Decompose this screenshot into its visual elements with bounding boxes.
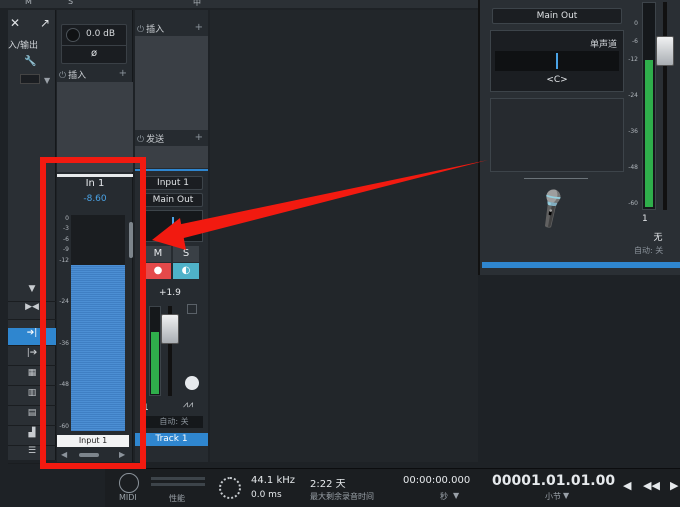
timecode-unit[interactable]: 秒 — [440, 491, 448, 502]
mixer-empty-area — [210, 10, 478, 462]
track-volume-readout: +1.9 — [159, 288, 181, 298]
pan-indicator — [172, 217, 174, 227]
main-meter-fill — [645, 60, 653, 207]
track-inserts-header[interactable]: ⏻ 插入 + — [137, 22, 207, 36]
track-lock-icon[interactable] — [187, 304, 197, 314]
record-arm-icon[interactable]: ● — [145, 263, 171, 279]
rewind-icon[interactable]: ◀◀ — [643, 479, 660, 492]
pan-mode-label: 单声道 — [589, 40, 617, 50]
monitor-icon[interactable]: ◐ — [173, 263, 199, 279]
top-solo-label: S — [68, 0, 74, 6]
chevron-down-icon[interactable]: ▼ — [453, 491, 459, 500]
main-meter — [642, 2, 656, 210]
main-meter-scale-label: -48 — [628, 164, 638, 171]
track-sends-header[interactable]: ⏻ 发送 + — [137, 132, 207, 146]
routing-icon[interactable] — [20, 74, 40, 84]
main-meter-scale-label: -24 — [628, 92, 638, 99]
phase-button[interactable]: ø — [62, 45, 126, 61]
main-fader-handle[interactable] — [656, 36, 674, 66]
main-pan-value: <C> — [546, 75, 568, 85]
main-channel-number: 1 — [642, 214, 648, 224]
microphone-icon[interactable]: 🎤 — [528, 185, 575, 232]
power-icon[interactable]: ⏻ — [137, 25, 144, 35]
track-sends-label: 发送 — [146, 135, 165, 145]
track-input-select[interactable]: Input 1 — [143, 176, 203, 190]
bars-unit[interactable]: 小节 — [545, 491, 561, 502]
top-center-label: 中 — [193, 0, 201, 7]
gain-value: 0.0 dB — [86, 29, 116, 39]
main-meter-scale-label: -36 — [628, 128, 638, 135]
track-output-select[interactable]: Main Out — [143, 193, 203, 207]
divider — [524, 178, 588, 179]
waveform-icon[interactable]: ⩘⩘ — [183, 400, 193, 410]
main-meter-scale: 0 -6 -12 -24 -36 -48 -60 — [618, 20, 640, 210]
track-automation[interactable]: 自动: 关 — [145, 416, 203, 428]
timecode[interactable]: 00:00:00.000 — [403, 475, 470, 486]
sample-rate: 44.1 kHz — [251, 475, 296, 486]
power-icon[interactable]: ⏻ — [59, 71, 66, 81]
track-fader-handle[interactable] — [161, 314, 179, 344]
track-meter-fill — [151, 332, 159, 394]
gain-box: 0.0 dB ø — [61, 24, 127, 64]
record-mode-icon[interactable] — [185, 376, 199, 390]
record-time-label: 最大剩余录音时间 — [310, 492, 374, 501]
main-fader-track — [663, 2, 667, 210]
cpu-icon[interactable] — [219, 477, 241, 499]
input-inserts-header[interactable]: ⏻ 插入 + — [59, 68, 131, 82]
main-color-bar — [482, 262, 680, 268]
main-meter-scale-label: 0 — [634, 20, 638, 27]
close-icon[interactable]: ✕ — [10, 16, 20, 30]
io-label: 入/输出 — [8, 41, 39, 51]
annotation-highlight-box — [40, 157, 146, 469]
transport-bar: MIDI 性能 44.1 kHz 0.0 ms 2:22 天 最大剩余录音时间 … — [105, 468, 680, 507]
top-mute-label: M — [25, 0, 32, 6]
main-pan-box: 单声道 <C> — [490, 30, 624, 92]
add-insert-icon[interactable]: + — [195, 22, 203, 33]
solo-button[interactable]: S — [173, 246, 199, 262]
midi-icon[interactable] — [119, 473, 139, 493]
add-insert-icon[interactable]: + — [119, 68, 127, 79]
bars-position[interactable]: 00001.01.01.00 — [492, 473, 615, 489]
latency: 0.0 ms — [251, 490, 282, 500]
performance-bar-1 — [151, 477, 205, 480]
wrench-icon[interactable]: 🔧 — [24, 56, 36, 67]
track-meter — [149, 306, 161, 396]
main-automation[interactable]: 自动: 关 — [634, 245, 680, 257]
power-icon[interactable]: ⏻ — [137, 135, 144, 145]
main-none-label[interactable]: 无 — [634, 230, 680, 243]
chevron-down-icon[interactable]: ▼ — [44, 76, 50, 85]
expand-arrow-icon[interactable]: ↗ — [40, 16, 50, 30]
mute-button[interactable]: M — [145, 246, 171, 262]
performance-bar-2 — [151, 483, 205, 486]
gain-knob[interactable] — [66, 28, 80, 42]
forward-icon[interactable]: ▶ — [670, 479, 678, 492]
main-out-panel: Main Out 单声道 <C> 🎤 0 -6 -12 -24 -36 -48 -60 1 … — [478, 0, 680, 275]
rewind-start-icon[interactable]: ◀ — [623, 479, 631, 492]
track-pan-control[interactable] — [143, 210, 203, 242]
add-send-icon[interactable]: + — [195, 132, 203, 143]
main-output-select[interactable]: Main Out — [492, 8, 622, 24]
main-pan-indicator — [556, 53, 558, 69]
track-inserts-label: 插入 — [146, 25, 165, 35]
track-inserts-slot[interactable] — [135, 36, 208, 130]
main-pan-slider[interactable] — [495, 51, 619, 71]
midi-label: MIDI — [119, 493, 137, 502]
record-time: 2:22 天 — [310, 479, 346, 490]
main-plugin-slot[interactable] — [490, 98, 624, 172]
main-meter-scale-label: -60 — [628, 200, 638, 207]
performance-label: 性能 — [169, 494, 185, 503]
input-inserts-label: 插入 — [68, 71, 87, 81]
chevron-down-icon[interactable]: ▼ — [563, 491, 569, 500]
main-meter-scale-label: -12 — [628, 56, 638, 63]
main-meter-scale-label: -6 — [632, 38, 638, 45]
